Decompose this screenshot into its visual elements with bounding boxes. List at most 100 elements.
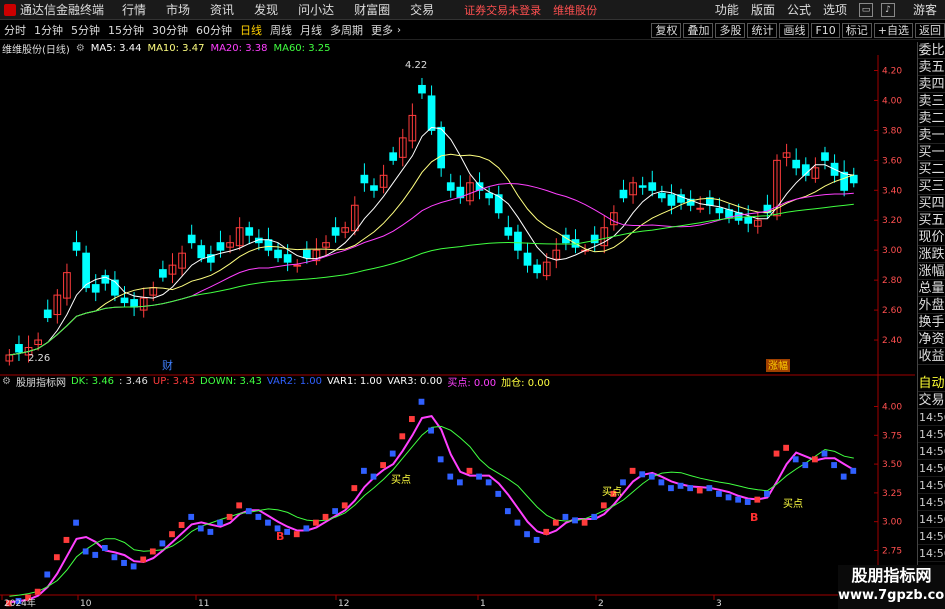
side-item-13[interactable]: 涨幅 xyxy=(918,263,945,280)
candle-body[interactable] xyxy=(523,252,532,266)
tab-1min[interactable]: 1分钟 xyxy=(30,22,67,38)
candle-body[interactable] xyxy=(485,192,493,199)
candle-body[interactable] xyxy=(619,189,628,199)
candle-body[interactable] xyxy=(187,234,196,244)
candle-body[interactable] xyxy=(43,309,52,319)
side-item-17[interactable]: 净资 xyxy=(918,331,945,348)
candle-body[interactable] xyxy=(120,297,129,304)
side-item-11[interactable]: 现价 xyxy=(918,229,945,246)
candle-body[interactable] xyxy=(159,269,167,278)
tab-more[interactable]: 更多 xyxy=(367,22,397,38)
menu-item-formula[interactable]: 公式 xyxy=(787,1,811,18)
candle-body[interactable] xyxy=(437,126,446,169)
side-item-10[interactable]: 买五 xyxy=(918,212,945,229)
overlay-button[interactable]: 叠加 xyxy=(683,22,714,38)
side-item-3[interactable]: 卖三 xyxy=(918,93,945,110)
side-item-7[interactable]: 买二 xyxy=(918,161,945,178)
menu-item-wealth[interactable]: 财富圈 xyxy=(354,1,390,18)
candle-body[interactable] xyxy=(715,207,724,214)
candle-body[interactable] xyxy=(302,249,311,259)
candle-body[interactable] xyxy=(504,227,513,236)
candle-body[interactable] xyxy=(274,249,282,259)
candle-body[interactable] xyxy=(293,264,302,267)
menu-item-quotes[interactable]: 行情 xyxy=(122,1,146,18)
candle-body[interactable] xyxy=(331,227,340,236)
menu-item-ask[interactable]: 问小达 xyxy=(298,1,334,18)
candle-body[interactable] xyxy=(494,194,503,214)
tab-15min[interactable]: 15分钟 xyxy=(104,22,148,38)
back-button[interactable]: 返回 xyxy=(915,22,945,38)
candle-body[interactable] xyxy=(360,174,369,184)
candle-body[interactable] xyxy=(590,234,599,244)
candle-body[interactable] xyxy=(389,152,398,161)
draw-button[interactable]: 画线 xyxy=(779,22,810,38)
candle-body[interactable] xyxy=(130,299,138,308)
side-item-16[interactable]: 换手 xyxy=(918,314,945,331)
side-item-4[interactable]: 卖二 xyxy=(918,110,945,127)
guest-user[interactable]: 游客 xyxy=(913,1,937,18)
side-item-14[interactable]: 总量 xyxy=(918,280,945,297)
candle-body[interactable] xyxy=(657,192,666,199)
side-item-0[interactable]: 委比 xyxy=(918,42,945,59)
candle-body[interactable] xyxy=(821,152,829,161)
candle-body[interactable] xyxy=(111,279,119,296)
tab-monthly[interactable]: 月线 xyxy=(296,22,326,38)
tab-30min[interactable]: 30分钟 xyxy=(148,22,192,38)
candle-body[interactable] xyxy=(533,264,541,274)
side-item-2[interactable]: 卖四 xyxy=(918,76,945,93)
kline-chart[interactable]: 4.20 4.00 3.80 3.60 3.40 3.20 3.00 2.80 2.60 2.40… xyxy=(0,55,915,609)
trade-label[interactable]: 交易 xyxy=(918,392,945,409)
settings-icon[interactable]: ⚙ xyxy=(76,43,85,54)
tab-multi-period[interactable]: 多周期 xyxy=(326,22,367,38)
side-item-1[interactable]: 卖五 xyxy=(918,59,945,76)
tab-60min[interactable]: 60分钟 xyxy=(192,22,236,38)
tag-marker[interactable]: 涨幅 xyxy=(768,359,788,372)
candle-body[interactable] xyxy=(264,239,273,251)
menu-item-options[interactable]: 选项 xyxy=(823,1,847,18)
candle-body[interactable] xyxy=(370,185,378,191)
candle-body[interactable] xyxy=(849,174,858,184)
candle-body[interactable] xyxy=(696,207,705,210)
bell-icon[interactable]: ♪ xyxy=(880,2,895,17)
add-watchlist-button[interactable]: +自选 xyxy=(873,22,913,38)
side-item-15[interactable]: 外盘 xyxy=(918,297,945,314)
menu-item-market[interactable]: 市场 xyxy=(166,1,190,18)
finance-marker[interactable]: 财 xyxy=(162,358,173,372)
candle-body[interactable] xyxy=(82,252,90,289)
f10-button[interactable]: F10 xyxy=(811,22,840,38)
menu-item-function[interactable]: 功能 xyxy=(715,1,739,18)
side-item-9[interactable]: 买四 xyxy=(918,195,945,212)
chevron-right-icon[interactable]: › xyxy=(397,25,401,36)
candle-body[interactable] xyxy=(446,182,455,191)
side-item-8[interactable]: 买三 xyxy=(918,178,945,195)
menu-item-news[interactable]: 资讯 xyxy=(210,1,234,18)
stats-button[interactable]: 统计 xyxy=(747,22,778,38)
candle-body[interactable] xyxy=(514,231,522,251)
tab-intraday[interactable]: 分时 xyxy=(0,22,30,38)
tab-weekly[interactable]: 周线 xyxy=(266,22,296,38)
candle-body[interactable] xyxy=(744,216,753,224)
side-item-12[interactable]: 涨跌 xyxy=(918,246,945,263)
side-item-18[interactable]: 收益 xyxy=(918,348,945,365)
side-item-5[interactable]: 卖一 xyxy=(918,127,945,144)
candle-body[interactable] xyxy=(245,227,254,236)
candle-body[interactable] xyxy=(418,84,426,94)
candle-body[interactable] xyxy=(792,159,801,169)
menu-item-discover[interactable]: 发现 xyxy=(254,1,278,18)
window-icon[interactable]: ▭ xyxy=(858,2,873,17)
candle-body[interactable] xyxy=(427,95,436,131)
mark-button[interactable]: 标记 xyxy=(841,22,872,38)
candle-body[interactable] xyxy=(283,254,292,263)
side-item-6[interactable]: 买一 xyxy=(918,144,945,161)
candle-body[interactable] xyxy=(91,284,100,293)
tab-5min[interactable]: 5分钟 xyxy=(67,22,104,38)
multi-stock-button[interactable]: 多股 xyxy=(715,22,746,38)
login-status[interactable]: 证券交易未登录 xyxy=(464,2,541,18)
candle-body[interactable] xyxy=(15,344,23,353)
candle-body[interactable] xyxy=(197,245,206,259)
candle-body[interactable] xyxy=(72,242,81,251)
candle-body[interactable] xyxy=(840,171,849,191)
auto-label[interactable]: 自动 xyxy=(918,375,945,392)
tab-daily[interactable]: 日线 xyxy=(236,22,266,38)
candle-body[interactable] xyxy=(216,242,225,251)
